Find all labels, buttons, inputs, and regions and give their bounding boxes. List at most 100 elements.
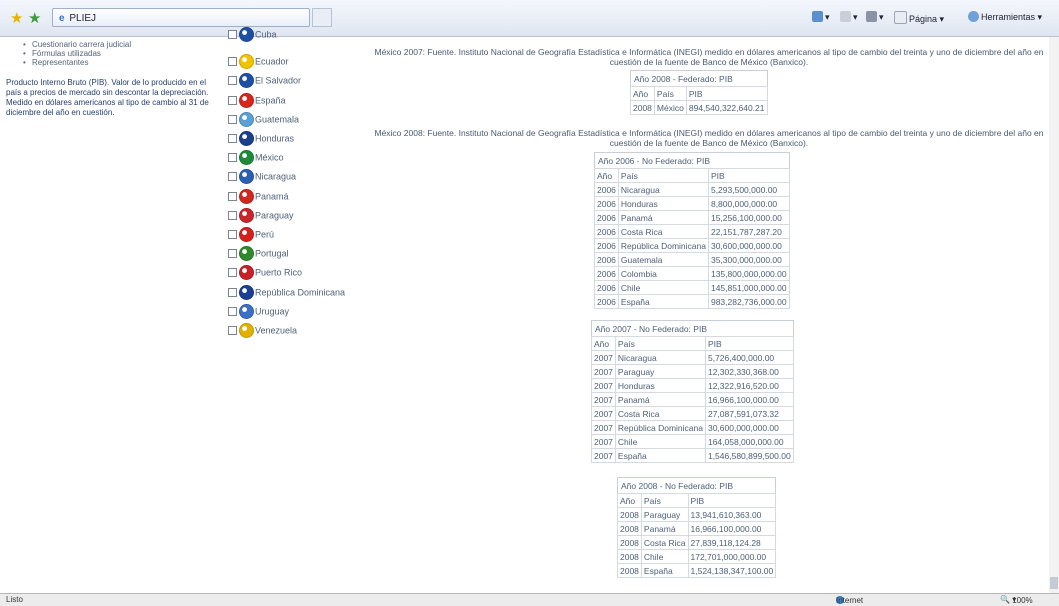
country-checkbox[interactable] [228, 114, 237, 124]
scrollbar-thumb[interactable] [1050, 577, 1058, 589]
table-cell: Chile [640, 549, 689, 564]
country-option[interactable]: El Salvador [228, 73, 301, 89]
country-label: Puerto Rico [255, 267, 303, 278]
tab-title: PLIEJ [69, 13, 97, 24]
flag-icon [239, 265, 254, 281]
country-checkbox[interactable] [228, 230, 237, 239]
country-option[interactable]: Honduras [228, 131, 294, 147]
country-checkbox[interactable] [228, 153, 237, 163]
status-text: Listo [6, 595, 23, 604]
column-header: PIB [704, 336, 794, 351]
left-navigation: Cuestionario carrera judicial Fórmulas u… [6, 40, 221, 118]
country-checkbox[interactable] [228, 306, 237, 316]
table-cell: Panamá [614, 392, 706, 407]
flag-icon [239, 227, 254, 242]
country-option[interactable]: Panamá [228, 188, 289, 205]
vertical-scrollbar[interactable] [1049, 37, 1059, 593]
country-checkbox[interactable] [228, 172, 237, 182]
table-cell: Honduras [617, 196, 709, 211]
print-button[interactable]: ▾ [866, 11, 884, 23]
country-checkbox[interactable] [228, 76, 237, 86]
table-cell: Costa Rica [614, 406, 706, 421]
table-row: 2008 México 894,540,322,640.21 [630, 100, 768, 115]
zoom-level[interactable]: 🔍 100% ▾ [1000, 595, 1033, 605]
table-header-row: Año País PIB [594, 168, 790, 183]
table-cell: 2006 [594, 196, 619, 211]
table-cell: 12,302,330,368.00 [704, 364, 794, 379]
country-option[interactable]: Perú [228, 227, 274, 243]
table-cell: Guatemala [617, 252, 709, 267]
country-checkbox[interactable] [228, 287, 237, 297]
table-cell: 172,701,000,000.00 [687, 549, 777, 564]
country-option[interactable]: Ecuador [228, 54, 289, 70]
country-option[interactable]: Paraguay [228, 207, 294, 224]
table-cell: 2007 [591, 392, 616, 407]
country-option[interactable]: México [228, 150, 284, 166]
table-cell: 2008 [630, 100, 655, 115]
country-label: Panamá [255, 191, 289, 202]
add-favorites-icon[interactable]: ★ [28, 9, 41, 27]
country-option[interactable]: Cuba [228, 27, 277, 43]
pagina-menu[interactable]: Página ▾ [894, 11, 944, 25]
browser-tab[interactable]: e PLIEJ [52, 8, 310, 27]
new-tab-button[interactable] [312, 8, 332, 27]
nav-link-formulas[interactable]: Fórmulas utilizadas [23, 49, 221, 58]
country-checkbox[interactable] [228, 326, 237, 335]
country-checkbox[interactable] [228, 95, 237, 105]
country-checkbox[interactable] [228, 30, 237, 39]
country-checkbox[interactable] [228, 210, 237, 220]
table-cell: 983,282,736,000.00 [707, 294, 790, 309]
country-label: Uruguay [255, 306, 290, 317]
country-option[interactable]: Guatemala [228, 111, 299, 128]
table-header-row: Año País PIB [591, 336, 794, 351]
feeds-button[interactable]: ▾ [840, 11, 858, 23]
country-label: Ecuador [255, 56, 289, 67]
country-option[interactable]: Uruguay [228, 303, 290, 320]
table-cell: México [653, 100, 687, 115]
herramientas-menu[interactable]: Herramientas ▾ [968, 11, 1042, 23]
country-option[interactable]: Puerto Rico [228, 265, 302, 281]
table-cell: 30,600,000,000.00 [704, 420, 794, 435]
home-button[interactable]: ▾ [812, 11, 830, 23]
table-no-federado-2007: Año 2007 - No Federado: PIB Año País PIB 200… [591, 320, 794, 463]
flag-icon [239, 303, 254, 319]
table-cell: 2006 [594, 224, 619, 239]
table-row: 2007 Chile 164,058,000,000.00 [591, 434, 794, 449]
table-row: 2006 Costa Rica 22,151,787,287.20 [594, 224, 790, 239]
nav-link-representantes[interactable]: Representantes [23, 58, 221, 67]
table-row: 2008 Paraguay 13,941,610,363.00 [617, 507, 777, 522]
country-option[interactable]: Nicaragua [228, 169, 296, 185]
table-cell: Paraguay [614, 364, 706, 379]
country-checkbox[interactable] [228, 268, 237, 278]
country-checkbox[interactable] [228, 134, 237, 143]
country-option[interactable]: Venezuela [228, 323, 297, 339]
nav-links: Cuestionario carrera judicial Fórmulas u… [6, 40, 221, 67]
flag-icon [239, 111, 254, 127]
flag-icon [239, 27, 254, 42]
table-row: 2006 República Dominicana 30,600,000,000.0… [594, 238, 790, 253]
flag-icon [239, 188, 254, 204]
table-cell: 2006 [594, 238, 619, 253]
country-option[interactable]: Portugal [228, 246, 289, 262]
table-row: 2007 Costa Rica 27,087,591,073.32 [591, 406, 794, 421]
country-label: Paraguay [255, 210, 294, 221]
favorites-star-icon[interactable]: ★ [10, 9, 23, 27]
country-checkbox[interactable] [228, 249, 237, 259]
table-cell: 15,256,100,000.00 [707, 210, 790, 225]
country-label: Perú [255, 229, 275, 240]
country-checkbox[interactable] [228, 191, 237, 201]
nav-link-cuestionario[interactable]: Cuestionario carrera judicial [23, 40, 221, 49]
note-mexico-2007: México 2007: Fuente. Instituto Nacional … [374, 47, 1044, 67]
table-cell: 2008 [617, 549, 642, 564]
column-header: País [617, 168, 709, 183]
column-header: PIB [685, 86, 768, 101]
country-option[interactable]: República Dominicana [228, 284, 345, 301]
table-cell: 2007 [591, 420, 616, 435]
table-cell: 2007 [591, 364, 616, 379]
country-checkbox[interactable] [228, 57, 237, 67]
country-option[interactable]: España [228, 92, 286, 109]
country-label: México [255, 152, 284, 163]
country-label: Cuba [255, 29, 277, 40]
column-header: PIB [687, 493, 777, 508]
table-cell: Honduras [614, 378, 706, 393]
